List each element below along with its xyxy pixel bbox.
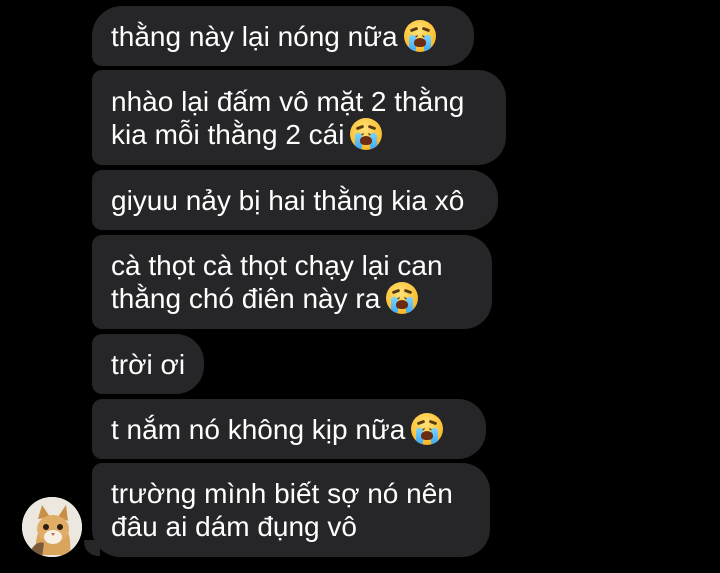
message-line: đâu ai dám đụng vô [111, 511, 357, 542]
message-text: thằng này lại nóng nữa [111, 19, 436, 53]
message-bubble[interactable]: giyuu nảy bị hai thằng kia xô [92, 170, 498, 230]
message-line: nhào lại đấm vô mặt 2 thằng [111, 85, 465, 117]
message-bubble[interactable]: cà thọt cà thọt chạy lại can thằng chó đ… [92, 235, 492, 329]
message-bubble[interactable]: trời ơi [92, 334, 204, 394]
loudly-crying-face-icon [386, 282, 419, 314]
message-bubble[interactable]: thằng này lại nóng nữa [92, 6, 474, 66]
loudly-crying-face-icon [411, 412, 444, 445]
loudly-crying-face-icon [350, 117, 383, 150]
message-bubble[interactable]: nhào lại đấm vô mặt 2 thằng kia mỗi thằn… [92, 70, 506, 165]
loudly-crying-face-icon [403, 19, 436, 52]
message-text: cà thọt cà thọt chạy lại can thằng chó đ… [111, 249, 443, 315]
message-text: t nắm nó không kịp nữa [111, 412, 444, 446]
message-bubble[interactable]: t nắm nó không kịp nữa [92, 399, 486, 459]
message-text: trường mình biết sợ nó nên đâu ai dám đụ… [111, 477, 453, 543]
message-line: trời ơi [111, 348, 186, 380]
message-thread: thằng này lại nóng nữa nhào lại đấm vô m… [0, 0, 720, 573]
message-text: trời ơi [111, 348, 185, 381]
message-line: giyuu nảy bị hai thằng kia xô [111, 184, 465, 216]
message-line: t nắm nó không kịp nữa [111, 412, 444, 446]
message-bubble[interactable]: trường mình biết sợ nó nên đâu ai dám đụ… [92, 463, 490, 557]
message-line: cà thọt cà thọt chạy lại can [111, 250, 443, 281]
message-line: thằng này lại nóng nữa [111, 19, 436, 53]
cat-avatar[interactable] [22, 497, 82, 557]
cat-avatar-icon [22, 497, 82, 557]
message-line: thằng chó điên này ra [111, 282, 443, 315]
message-line: trường mình biết sợ nó nên [111, 478, 453, 509]
message-text: giyuu nảy bị hai thằng kia xô [111, 184, 464, 217]
message-line: kia mỗi thằng 2 cái [111, 117, 464, 151]
message-text: nhào lại đấm vô mặt 2 thằng kia mỗi thằn… [111, 85, 464, 151]
